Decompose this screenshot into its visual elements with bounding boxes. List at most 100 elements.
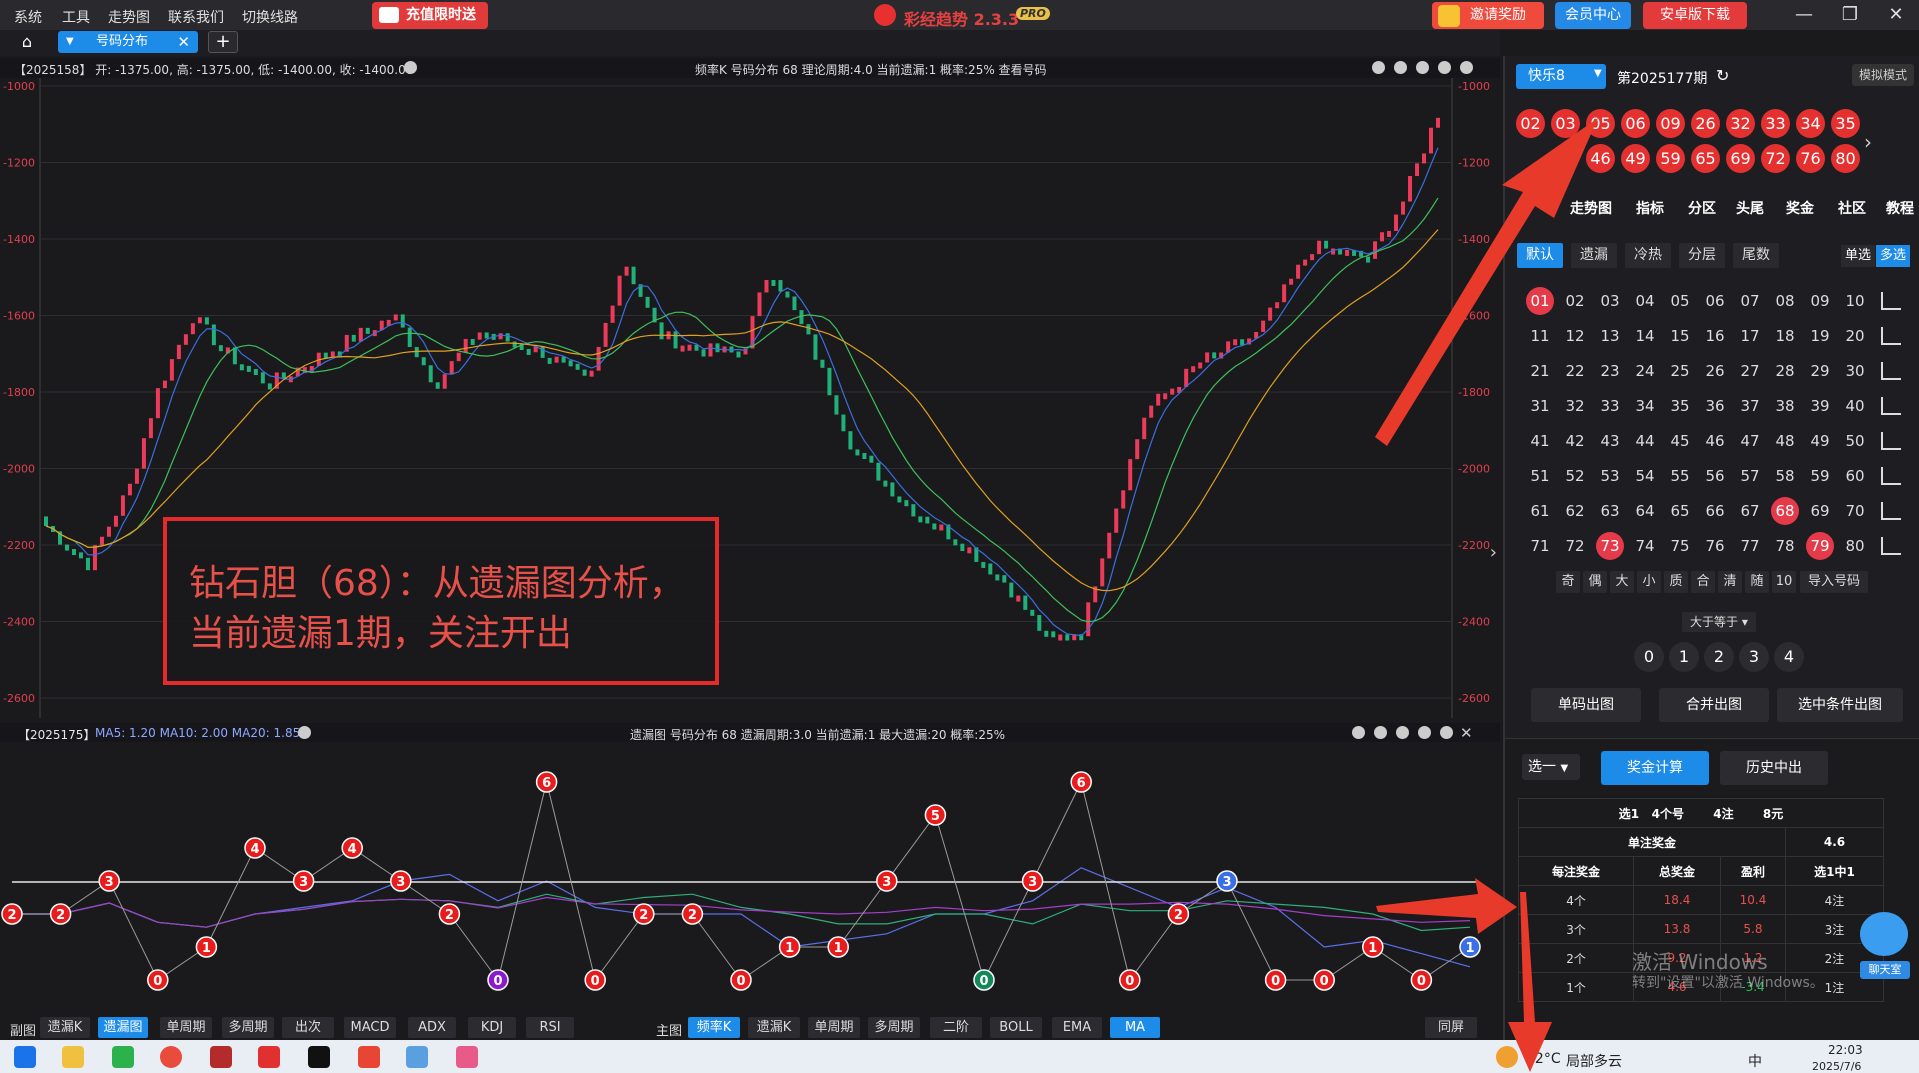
category-tab[interactable]: 指标: [1636, 198, 1664, 218]
number-cell[interactable]: 46: [1701, 427, 1729, 455]
category-tab[interactable]: 奖金: [1786, 198, 1814, 218]
quick-filter-button[interactable]: 大: [1610, 571, 1634, 593]
number-cell[interactable]: 07: [1736, 287, 1764, 315]
refresh-icon[interactable]: ↻: [1716, 66, 1729, 85]
count-option[interactable]: 1: [1669, 642, 1699, 672]
number-cell[interactable]: 26: [1701, 357, 1729, 385]
view-tab[interactable]: 冷热: [1625, 243, 1671, 268]
trend-chart-icon[interactable]: [1881, 397, 1901, 415]
count-option[interactable]: 2: [1704, 642, 1734, 672]
data-point[interactable]: 2: [1167, 903, 1190, 925]
quick-filter-button[interactable]: 合: [1691, 571, 1715, 593]
number-cell[interactable]: 01: [1526, 287, 1554, 315]
number-cell[interactable]: 72: [1561, 532, 1589, 560]
number-cell[interactable]: 15: [1666, 322, 1694, 350]
number-cell[interactable]: 38: [1771, 392, 1799, 420]
sub-indicator-button[interactable]: ADX: [408, 1017, 456, 1038]
prize-calc-button[interactable]: 奖金计算: [1601, 751, 1709, 785]
lottery-app-icon[interactable]: [258, 1046, 280, 1068]
number-cell[interactable]: 49: [1806, 427, 1834, 455]
count-option[interactable]: 0: [1634, 642, 1664, 672]
close-icon[interactable]: ✕: [1460, 724, 1473, 742]
trend-chart-icon[interactable]: [1881, 467, 1901, 485]
main-indicator-button[interactable]: EMA: [1052, 1017, 1102, 1038]
data-point[interactable]: 0: [973, 969, 995, 991]
simulate-mode-button[interactable]: 模拟模式: [1852, 64, 1914, 86]
category-tab[interactable]: 头尾: [1736, 198, 1764, 218]
data-point[interactable]: 1: [827, 936, 849, 958]
number-cell[interactable]: 33: [1596, 392, 1624, 420]
number-cell[interactable]: 06: [1701, 287, 1729, 315]
number-cell[interactable]: 74: [1631, 532, 1659, 560]
data-point[interactable]: 0: [487, 969, 509, 991]
play-type-select[interactable]: 选一 ▼: [1522, 754, 1580, 780]
number-cell[interactable]: 75: [1666, 532, 1694, 560]
data-point[interactable]: 3: [876, 870, 898, 892]
sub-indicator-button[interactable]: 单周期: [160, 1017, 212, 1038]
data-point[interactable]: 0: [1410, 969, 1433, 991]
count-option[interactable]: 4: [1774, 642, 1804, 672]
number-cell[interactable]: 02: [1561, 287, 1589, 315]
category-tab[interactable]: 分区: [1688, 198, 1716, 218]
number-cell[interactable]: 48: [1771, 427, 1799, 455]
main-indicator-button[interactable]: 遗漏K: [748, 1017, 800, 1038]
number-cell[interactable]: 80: [1841, 532, 1869, 560]
sub-indicator-button[interactable]: 遗漏图: [98, 1017, 148, 1038]
browser-icon[interactable]: [160, 1046, 182, 1068]
sub-indicator-button[interactable]: 多周期: [222, 1017, 274, 1038]
arrow-up-icon[interactable]: [1416, 61, 1429, 74]
app-icon[interactable]: [210, 1046, 232, 1068]
number-cell[interactable]: 66: [1701, 497, 1729, 525]
gear-icon[interactable]: [1460, 61, 1473, 74]
number-cell[interactable]: 51: [1526, 462, 1554, 490]
number-cell[interactable]: 41: [1526, 427, 1554, 455]
view-tab[interactable]: 默认: [1517, 243, 1563, 268]
quick-filter-button[interactable]: 导入号码: [1800, 571, 1868, 593]
number-cell[interactable]: 29: [1806, 357, 1834, 385]
chart-action-button[interactable]: 合并出图: [1659, 688, 1769, 722]
invite-reward-button[interactable]: 邀请奖励: [1432, 2, 1544, 29]
data-point[interactable]: 2: [438, 903, 461, 925]
arrow-down-icon[interactable]: [1438, 61, 1451, 74]
data-point[interactable]: 0: [147, 969, 169, 991]
data-point[interactable]: 0: [1119, 969, 1141, 991]
number-cell[interactable]: 10: [1841, 287, 1869, 315]
data-point[interactable]: 3: [390, 870, 412, 892]
menu-contact[interactable]: 联系我们: [168, 7, 224, 27]
chat-room-label[interactable]: 聊天室: [1860, 961, 1910, 979]
add-tab-button[interactable]: +: [208, 31, 238, 53]
quick-filter-button[interactable]: 随: [1745, 571, 1769, 593]
restore-icon[interactable]: ❐: [1830, 2, 1870, 28]
data-point[interactable]: 0: [584, 969, 606, 991]
data-point[interactable]: 0: [730, 969, 752, 991]
number-cell[interactable]: 22: [1561, 357, 1589, 385]
number-cell[interactable]: 28: [1771, 357, 1799, 385]
number-cell[interactable]: 11: [1526, 322, 1554, 350]
help-icon[interactable]: [298, 726, 311, 739]
sub-indicator-button[interactable]: MACD: [344, 1017, 396, 1038]
number-cell[interactable]: 64: [1631, 497, 1659, 525]
chevron-right-icon[interactable]: ›: [1864, 130, 1872, 154]
trend-chart-icon[interactable]: [1881, 292, 1901, 310]
data-point[interactable]: 0: [1313, 969, 1335, 991]
wps-icon[interactable]: [358, 1046, 380, 1068]
number-cell[interactable]: 08: [1771, 287, 1799, 315]
number-cell[interactable]: 70: [1841, 497, 1869, 525]
number-cell[interactable]: 77: [1736, 532, 1764, 560]
number-cell[interactable]: 50: [1841, 427, 1869, 455]
trend-chart-icon[interactable]: [1881, 362, 1901, 380]
tab-number-distribution[interactable]: ▼ 号码分布 ✕: [58, 31, 198, 53]
number-cell[interactable]: 45: [1666, 427, 1694, 455]
main-indicator-button[interactable]: 频率K: [688, 1017, 740, 1038]
number-cell[interactable]: 76: [1701, 532, 1729, 560]
chart-action-button[interactable]: 单码出图: [1531, 688, 1641, 722]
data-point[interactable]: 2: [49, 903, 72, 925]
number-cell[interactable]: 20: [1841, 322, 1869, 350]
android-download-button[interactable]: 安卓版下载: [1643, 2, 1747, 29]
number-cell[interactable]: 62: [1561, 497, 1589, 525]
close-icon[interactable]: ✕: [1876, 2, 1916, 28]
notes-icon[interactable]: [406, 1046, 428, 1068]
menu-system[interactable]: 系统: [14, 7, 42, 27]
minimize-icon[interactable]: —: [1784, 2, 1824, 28]
number-cell[interactable]: 71: [1526, 532, 1554, 560]
